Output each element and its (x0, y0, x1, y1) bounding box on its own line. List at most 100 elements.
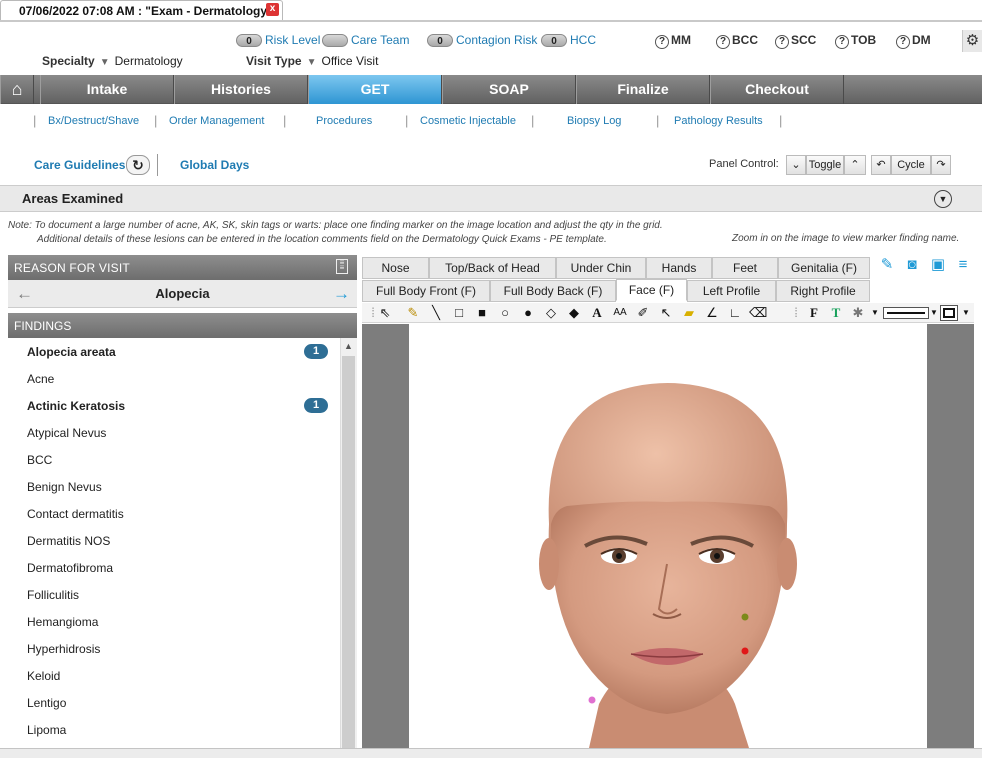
pencil-icon[interactable]: ✎ (404, 303, 422, 322)
cycle-button[interactable]: Cycle (891, 155, 931, 175)
finding-item[interactable]: BCC (27, 453, 52, 467)
ruler-icon[interactable]: ▰ (680, 303, 698, 322)
global-days-link[interactable]: Global Days (180, 158, 249, 172)
hcc-link[interactable]: 0 HCC (541, 33, 596, 48)
highlighter-icon[interactable]: ✐ (634, 303, 652, 322)
finding-item[interactable]: Lipoma (27, 723, 66, 737)
dropdown-arrow-icon[interactable]: ▼ (957, 303, 975, 322)
dropdown-arrow-icon[interactable]: ▼ (866, 303, 884, 322)
document-tab[interactable]: 07/06/2022 07:08 AM : "Exam - Dermatolog… (0, 0, 283, 20)
font-icon[interactable]: F (805, 303, 823, 322)
finding-marker[interactable] (741, 647, 749, 655)
filled-polygon-icon[interactable]: ◆ (565, 303, 583, 322)
home-icon[interactable]: ⌂ (0, 75, 34, 104)
tab-soap[interactable]: SOAP (442, 75, 576, 104)
finding-item[interactable]: Folliculitis (27, 588, 79, 602)
collapse-down-icon[interactable]: ⌄ (786, 155, 806, 175)
finding-item[interactable]: Hyperhidrosis (27, 642, 100, 656)
visit-type-selector[interactable]: Visit Type ▼ Office Visit (246, 54, 378, 68)
tab-genitalia[interactable]: Genitalia (F) (778, 257, 870, 279)
menu-icon[interactable]: ≡ (955, 257, 971, 273)
subnav-bx-destruct-shave[interactable]: Bx/Destruct/Shave (48, 115, 139, 127)
close-tab-icon[interactable]: x (266, 3, 279, 16)
arrow-icon[interactable]: ↖ (657, 303, 675, 322)
tab-full-body-back[interactable]: Full Body Back (F) (490, 280, 616, 302)
finding-marker[interactable] (741, 613, 749, 621)
subnav-order-management[interactable]: Order Management (169, 115, 264, 127)
tab-checkout[interactable]: Checkout (710, 75, 844, 104)
text-icon[interactable]: A (588, 303, 606, 322)
tab-feet[interactable]: Feet (712, 257, 778, 279)
toggle-button[interactable]: Toggle (806, 155, 844, 175)
areas-examined-bar[interactable] (0, 185, 982, 212)
finding-item[interactable]: Dermatofibroma (27, 561, 113, 575)
select-pointer-icon[interactable]: ⇖ (376, 303, 394, 322)
tab-full-body-front[interactable]: Full Body Front (F) (362, 280, 490, 302)
specialty-selector[interactable]: Specialty ▼ Dermatology (42, 54, 183, 68)
subnav-biopsy-log[interactable]: Biopsy Log (567, 115, 621, 127)
expand-up-icon[interactable]: ⌃ (844, 155, 866, 175)
polygon-icon[interactable]: ◇ (542, 303, 560, 322)
filled-ellipse-icon[interactable]: ● (519, 303, 537, 322)
pin-icon[interactable]: ✎ (879, 257, 895, 273)
line-icon[interactable]: ╲ (427, 303, 445, 322)
finding-item[interactable]: Actinic Keratosis (27, 399, 125, 413)
list-icon[interactable]: ≡ ≡ (336, 259, 348, 274)
finding-item[interactable]: Benign Nevus (27, 480, 102, 494)
gear-icon[interactable]: ⚙ (962, 30, 982, 52)
subnav-pathology-results[interactable]: Pathology Results (674, 115, 763, 127)
tab-intake[interactable]: Intake (40, 75, 174, 104)
stroke-color-select[interactable] (940, 305, 958, 321)
text-size-icon[interactable]: AA (611, 303, 629, 322)
risk-level-link[interactable]: 0 Risk Level (236, 33, 320, 48)
subnav-procedures[interactable]: Procedures (316, 115, 372, 127)
eraser-icon[interactable]: ⌫ (749, 303, 767, 322)
image-icon[interactable]: ▣ (930, 257, 946, 273)
tab-top-back-of-head[interactable]: Top/Back of Head (429, 257, 556, 279)
line-style-select[interactable] (883, 307, 929, 319)
bcc-button[interactable]: ? BCC (716, 33, 758, 49)
care-guidelines-link[interactable]: Care Guidelines (34, 158, 125, 172)
finding-item[interactable]: Acne (27, 372, 54, 386)
face-image-canvas[interactable] (409, 324, 927, 748)
camera-icon[interactable]: ◙ (904, 257, 920, 273)
scroll-thumb[interactable] (342, 356, 355, 748)
arrow-right-icon[interactable]: → (333, 284, 350, 304)
cycle-forward-icon[interactable]: ↷ (931, 155, 951, 175)
contagion-risk-link[interactable]: 0 Contagion Risk (427, 33, 537, 48)
text-color-icon[interactable]: T (827, 303, 845, 322)
angle-icon[interactable]: ∠ (703, 303, 721, 322)
finding-item[interactable]: Lentigo (27, 696, 66, 710)
tab-hands[interactable]: Hands (646, 257, 712, 279)
finding-item[interactable]: Atypical Nevus (27, 426, 106, 440)
dm-button[interactable]: ? DM (896, 33, 931, 49)
finding-item[interactable]: Keloid (27, 669, 60, 683)
ellipse-icon[interactable]: ○ (496, 303, 514, 322)
tab-face[interactable]: Face (F) (616, 279, 687, 301)
tab-under-chin[interactable]: Under Chin (556, 257, 646, 279)
arrow-left-icon[interactable]: ← (16, 284, 33, 304)
tab-histories[interactable]: Histories (174, 75, 308, 104)
subnav-cosmetic-injectable[interactable]: Cosmetic Injectable (420, 115, 516, 127)
tab-get[interactable]: GET (308, 75, 442, 104)
right-angle-icon[interactable]: ∟ (726, 303, 744, 322)
scc-button[interactable]: ? SCC (775, 33, 816, 49)
cycle-back-icon[interactable]: ↶ (871, 155, 891, 175)
tab-right-profile[interactable]: Right Profile (776, 280, 870, 302)
mm-button[interactable]: ? MM (655, 33, 691, 49)
refresh-icon[interactable]: ↻ (126, 155, 150, 175)
finding-item[interactable]: Dermatitis NOS (27, 534, 110, 548)
finding-item[interactable]: Hemangioma (27, 615, 98, 629)
finding-marker[interactable] (588, 696, 596, 704)
scroll-up-icon[interactable]: ▲ (340, 339, 357, 354)
finding-item[interactable]: Alopecia areata (27, 345, 116, 359)
tob-button[interactable]: ? TOB (835, 33, 876, 49)
finding-item[interactable]: Contact dermatitis (27, 507, 124, 521)
tab-finalize[interactable]: Finalize (576, 75, 710, 104)
fill-color-icon[interactable]: ✱ (849, 303, 867, 322)
chevron-down-icon[interactable]: ▼ (934, 190, 952, 208)
tab-nose[interactable]: Nose (362, 257, 429, 279)
filled-rectangle-icon[interactable]: ■ (473, 303, 491, 322)
tab-left-profile[interactable]: Left Profile (687, 280, 776, 302)
rectangle-icon[interactable]: □ (450, 303, 468, 322)
